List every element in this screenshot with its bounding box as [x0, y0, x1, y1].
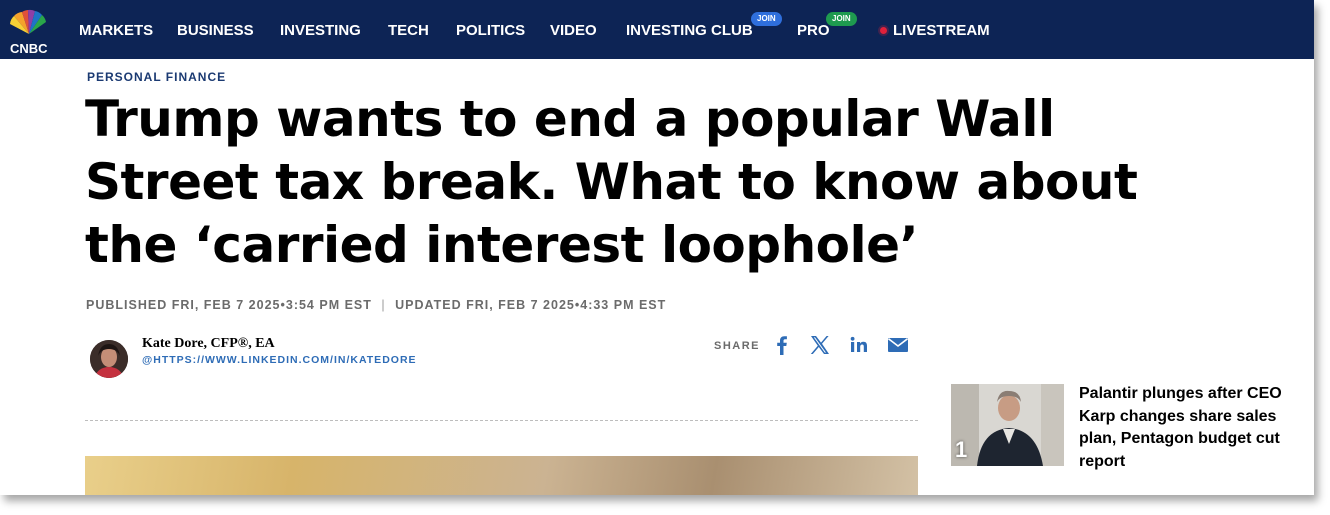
published-time: PUBLISHED FRI, FEB 7 2025•3:54 PM EST	[86, 298, 372, 312]
trending-rank: 1	[955, 437, 968, 462]
nav-livestream[interactable]: LIVESTREAM	[893, 22, 990, 39]
linkedin-icon[interactable]	[847, 334, 871, 356]
nav-politics[interactable]: POLITICS	[456, 22, 525, 39]
live-dot-icon	[880, 27, 887, 34]
meta-separator: |	[381, 298, 386, 312]
top-nav: CNBC MARKETS BUSINESS INVESTING TECH POL…	[0, 0, 1314, 59]
peacock-icon	[10, 9, 46, 34]
nav-pro[interactable]: PRO	[797, 22, 830, 39]
updated-time: UPDATED FRI, FEB 7 2025•4:33 PM EST	[395, 298, 667, 312]
email-icon[interactable]	[886, 334, 910, 356]
pro-join-badge[interactable]: JOIN	[826, 12, 857, 26]
x-icon[interactable]	[808, 334, 832, 356]
logo-text: CNBC	[10, 41, 48, 56]
nav-markets[interactable]: MARKETS	[79, 22, 153, 39]
facebook-icon[interactable]	[770, 334, 794, 356]
hero-image	[85, 456, 918, 495]
nav-business[interactable]: BUSINESS	[177, 22, 254, 39]
section-label[interactable]: PERSONAL FINANCE	[87, 70, 226, 84]
nav-investing-club[interactable]: INVESTING CLUB	[626, 22, 753, 39]
author-avatar[interactable]	[90, 340, 128, 378]
nav-video[interactable]: VIDEO	[550, 22, 597, 39]
cnbc-logo[interactable]: CNBC	[4, 8, 54, 56]
nav-investing[interactable]: INVESTING	[280, 22, 361, 39]
page: CNBC MARKETS BUSINESS INVESTING TECH POL…	[0, 0, 1314, 495]
join-badge[interactable]: JOIN	[751, 12, 782, 26]
share-label: SHARE	[714, 340, 761, 352]
article-headline: Trump wants to end a popular Wall Street…	[85, 90, 1138, 274]
author-linkedin-link[interactable]: @HTTPS://WWW.LINKEDIN.COM/IN/KATEDORE	[142, 354, 417, 366]
trending-headline[interactable]: Palantir plunges after CEO Karp changes …	[1079, 383, 1309, 473]
trending-photo	[951, 384, 1064, 466]
content-divider	[85, 420, 918, 421]
timestamp-line: PUBLISHED FRI, FEB 7 2025•3:54 PM EST | …	[86, 298, 666, 312]
author-photo	[90, 340, 128, 378]
trending-thumbnail[interactable]	[951, 384, 1064, 466]
nav-tech[interactable]: TECH	[388, 22, 429, 39]
author-name[interactable]: Kate Dore, CFP®, EA	[142, 336, 275, 352]
